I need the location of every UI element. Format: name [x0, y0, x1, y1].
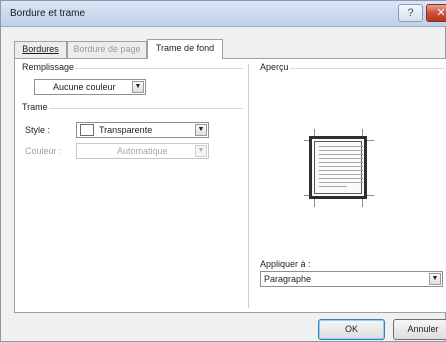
preview-text-line: [319, 154, 363, 155]
style-value: Transparente: [99, 125, 153, 135]
crop-mark: [367, 140, 374, 141]
preview-text-line: [319, 182, 363, 183]
preview-text-line: [319, 170, 363, 171]
tab-bordures[interactable]: Bordures: [14, 41, 67, 58]
cancel-button[interactable]: Annuler: [393, 319, 446, 340]
trame-separator: [49, 108, 243, 109]
remplissage-dropdown[interactable]: Aucune couleur ▼: [34, 79, 146, 95]
help-button[interactable]: ?: [398, 4, 423, 22]
chevron-down-icon[interactable]: ▼: [429, 273, 441, 285]
appliquer-dropdown[interactable]: Paragraphe ▼: [260, 271, 443, 287]
close-icon: ✕: [436, 7, 446, 19]
tab-bordure-de-page: Bordure de page: [67, 41, 147, 58]
apercu-separator: [290, 68, 445, 69]
chevron-down-icon: ▼: [195, 145, 207, 157]
preview-text-line: [319, 166, 363, 167]
trame-group-title: Trame: [22, 102, 48, 112]
style-swatch: [80, 124, 94, 136]
preview-text-line: [319, 162, 363, 163]
appliquer-label: Appliquer à :: [260, 259, 311, 269]
apercu-preview[interactable]: [309, 136, 367, 199]
preview-text-line: [319, 158, 363, 159]
crop-mark: [367, 195, 374, 196]
title-bar[interactable]: Bordure et trame ? ✕: [1, 1, 446, 27]
couleur-label: Couleur :: [25, 146, 62, 156]
preview-text-line: [319, 150, 363, 151]
tab-trame-de-fond[interactable]: Trame de fond: [147, 39, 223, 59]
apercu-group-title: Aperçu: [260, 62, 289, 72]
close-button[interactable]: ✕: [426, 4, 446, 22]
panel-divider: [248, 64, 249, 308]
remplissage-value: Aucune couleur: [53, 82, 116, 92]
crop-mark: [362, 199, 363, 207]
chevron-down-icon[interactable]: ▼: [195, 124, 207, 136]
style-dropdown[interactable]: Transparente ▼: [76, 122, 209, 138]
ok-button[interactable]: OK: [318, 319, 385, 340]
tab-panel: Remplissage Aucune couleur ▼ Trame Style…: [14, 58, 446, 313]
remplissage-separator: [75, 68, 243, 69]
appliquer-value: Paragraphe: [264, 274, 312, 284]
preview-border: [314, 141, 363, 194]
help-icon: ?: [407, 7, 414, 19]
preview-text-line: [319, 146, 363, 147]
style-label: Style :: [25, 125, 51, 135]
chevron-down-icon[interactable]: ▼: [132, 81, 144, 93]
crop-mark: [314, 199, 315, 207]
remplissage-group-title: Remplissage: [22, 62, 75, 72]
preview-text-line: [319, 178, 363, 179]
preview-text-line: [319, 186, 347, 187]
couleur-dropdown: Automatique ▼: [76, 143, 209, 159]
window-title: Bordure et trame: [10, 8, 86, 19]
preview-text-line: [319, 174, 363, 175]
dialog-window: Bordure et trame ? ✕ Bordures Bordure de…: [0, 0, 446, 342]
couleur-value: Automatique: [117, 146, 168, 156]
